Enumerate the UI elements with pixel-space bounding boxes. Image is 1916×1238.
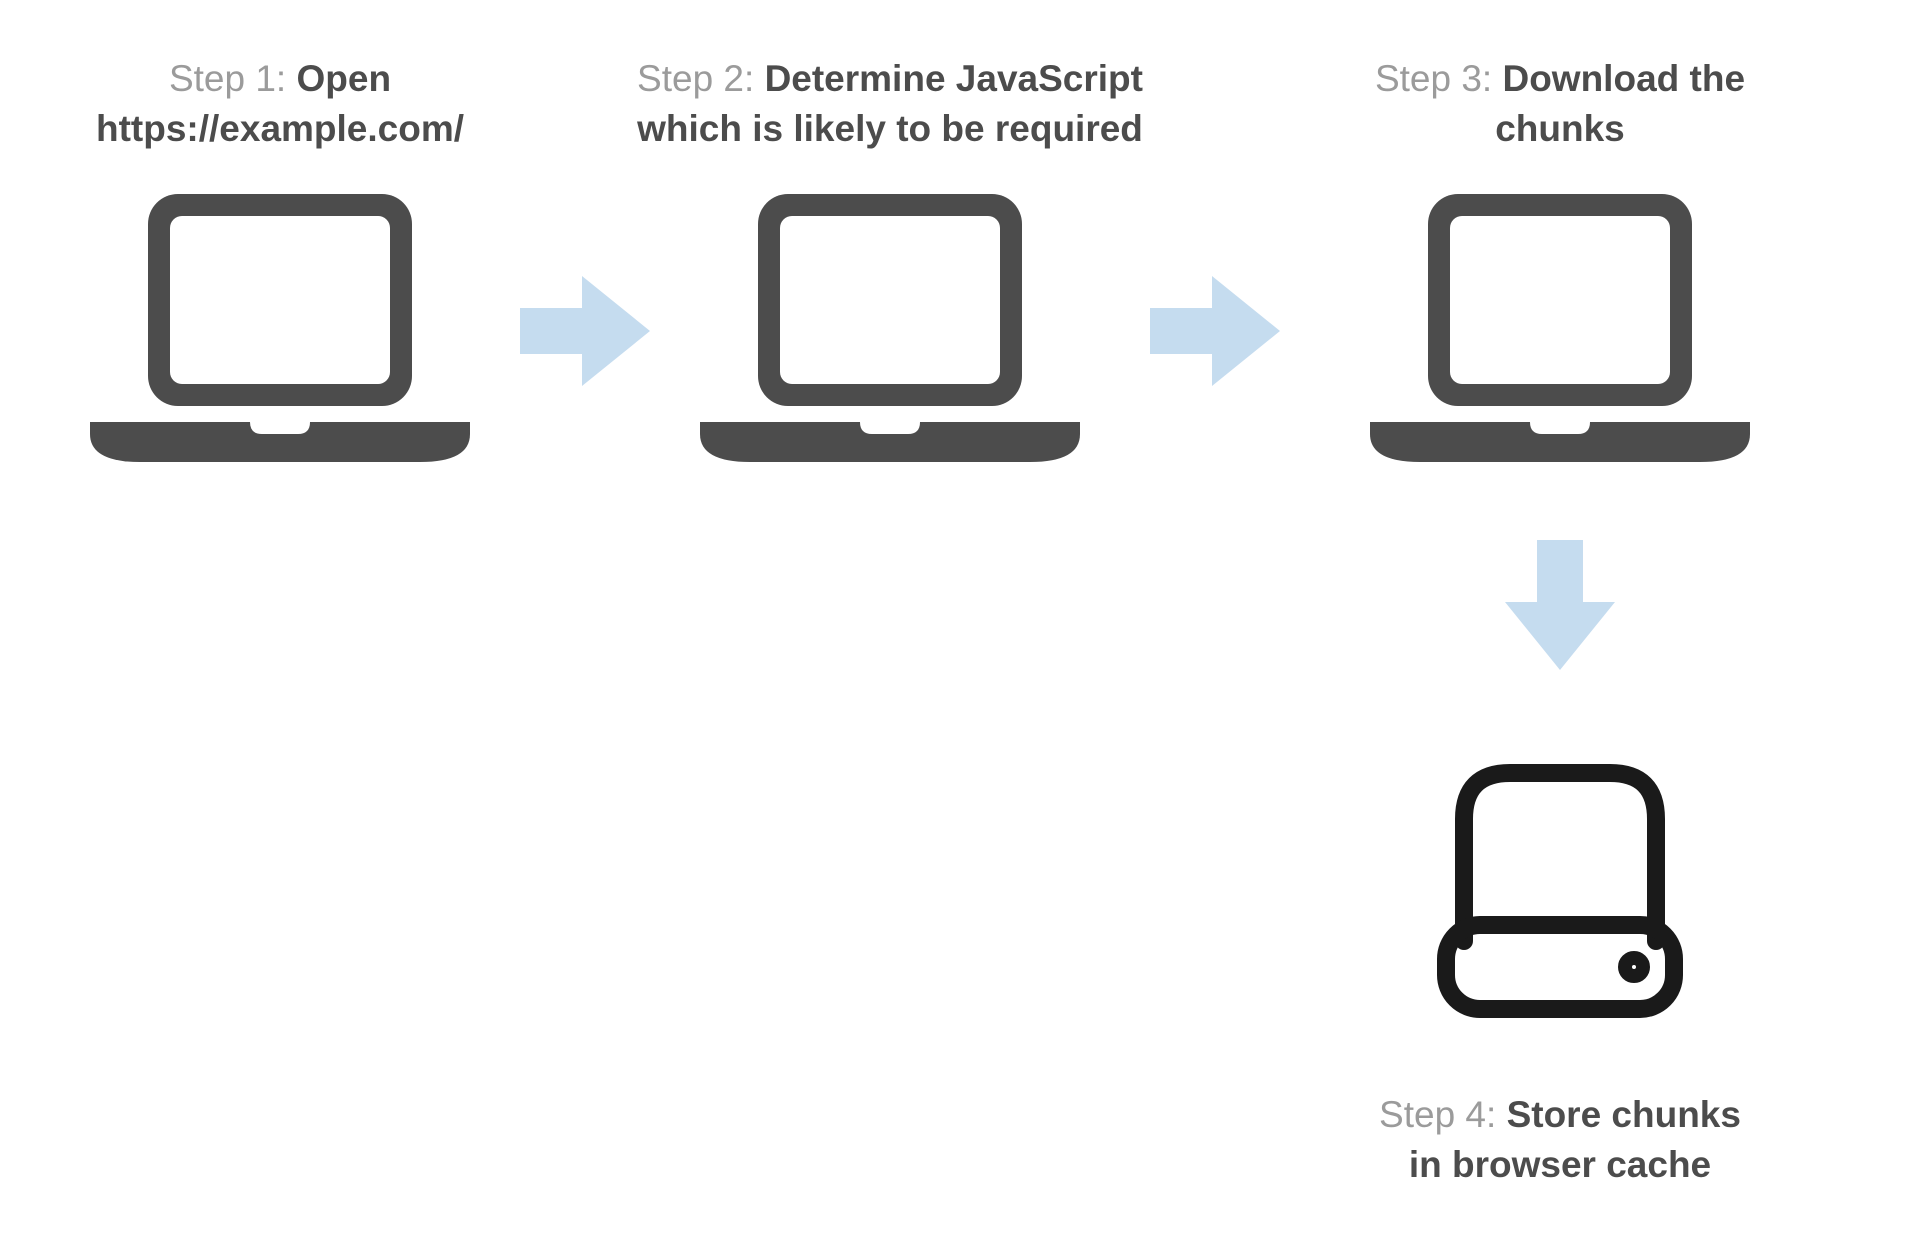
step-4-prefix: Step 4: (1379, 1094, 1507, 1135)
arrow-down-icon (1505, 540, 1615, 675)
step-4-bold-a: Store chunks (1507, 1094, 1741, 1135)
step-4-bold-b: in browser cache (1409, 1144, 1711, 1185)
hard-drive-icon (1424, 755, 1696, 1032)
arrow-right-icon-1 (520, 276, 650, 391)
step-3-bold-a: Download the (1502, 58, 1745, 99)
laptop-icon-step-3 (1370, 190, 1750, 470)
arrow-right-icon-2 (1150, 276, 1280, 391)
step-2-prefix: Step 2: (637, 58, 765, 99)
step-1-prefix: Step 1: (169, 58, 297, 99)
step-3-caption: Step 3: Download the chunks (1290, 54, 1830, 154)
step-3-prefix: Step 3: (1375, 58, 1503, 99)
step-2-bold-b: which is likely to be required (637, 108, 1143, 149)
step-3-bold-b: chunks (1495, 108, 1625, 149)
laptop-icon-step-1 (90, 190, 470, 470)
diagram-canvas: Step 1: Open https://example.com/ Step 2… (0, 0, 1916, 1238)
laptop-icon-step-2 (700, 190, 1080, 470)
step-2-caption: Step 2: Determine JavaScript which is li… (595, 54, 1185, 154)
step-2-bold-a: Determine JavaScript (765, 58, 1143, 99)
step-1-caption: Step 1: Open https://example.com/ (40, 54, 520, 154)
step-1-bold-a: Open (296, 58, 391, 99)
step-1-bold-b: https://example.com/ (96, 108, 464, 149)
step-4-caption: Step 4: Store chunks in browser cache (1290, 1090, 1830, 1190)
